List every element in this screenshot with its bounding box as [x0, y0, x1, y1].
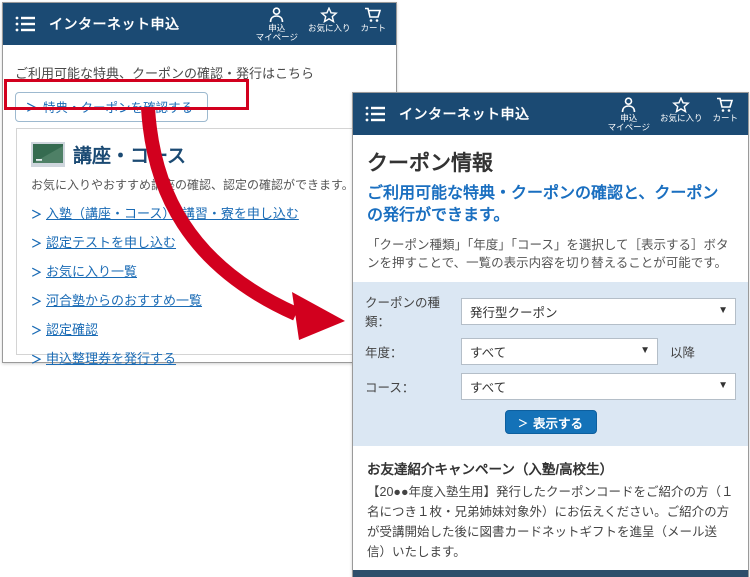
hamburger-menu-icon[interactable]	[365, 105, 387, 123]
list-item: ＞ 入塾（講座・コース）・講習・寮を申し込む	[31, 203, 373, 223]
cart-icon	[365, 7, 382, 22]
chevron-down-icon: ▼	[718, 304, 728, 316]
chevron-icon: ＞	[31, 325, 42, 337]
list-item: ＞ 認定テストを申し込む	[31, 232, 373, 252]
link-apply-admission[interactable]: 入塾（講座・コース）・講習・寮を申し込む	[46, 206, 299, 221]
show-button[interactable]: ＞ 表示する	[504, 410, 597, 435]
page-subtitle: ご利用可能な特典・クーポンの確認と、クーポンの発行ができます。	[367, 185, 719, 225]
course-section: 講座・コース お気に入りやおすすめ講座の確認、認定の確認ができます。 ＞ 入塾（講…	[16, 128, 388, 366]
chevron-icon: ＞	[517, 418, 528, 430]
year-suffix-text: 以降	[670, 346, 696, 361]
check-coupon-button-label: 特典・クーポンを確認する	[43, 101, 194, 115]
star-icon	[320, 7, 339, 23]
coupon-notice-text: ご利用可能な特典、クーポンの確認・発行はこちら	[15, 66, 315, 81]
mypage-nav-item[interactable]: 申込 マイページ	[608, 97, 650, 131]
show-button-label: 表示する	[532, 416, 583, 431]
window-internet-application: インターネット申込 申込 マイページ お気に入り カート ご利用可能な特典、クー…	[2, 2, 397, 366]
app-title: インターネット申込	[399, 106, 530, 122]
campaign-title: お友達紹介キャンペーン（入塾/高校生）	[367, 462, 614, 478]
coupon-type-select[interactable]: 発行型クーポン ▼	[461, 297, 736, 325]
coupon-filter-panel: クーポンの種類： 発行型クーポン ▼ 年度： すべて ▼ 以降 コース： すべて…	[353, 282, 748, 447]
mypage-nav-item[interactable]: 申込 マイページ	[256, 7, 298, 41]
year-select[interactable]: すべて ▼	[461, 338, 658, 366]
list-item: ＞ 河合塾からのおすすめ一覧	[31, 290, 373, 310]
campaign-body: 【20●●年度入塾生用】発行したクーポンコードをご紹介の方（１名につき１枚・兄弟…	[367, 485, 734, 560]
user-icon	[269, 7, 284, 23]
hamburger-menu-icon[interactable]	[15, 15, 37, 33]
list-item: ＞ 申込整理券を発行する	[31, 348, 373, 368]
course-label: コース：	[365, 381, 415, 396]
app-title: インターネット申込	[49, 16, 180, 32]
chevron-down-icon: ▼	[718, 380, 728, 392]
link-certification[interactable]: 認定確認	[46, 322, 98, 337]
page-description: 「クーポン種類」「年度」「コース」を選択して［表示する］ボタンを押すことで、一覧…	[367, 237, 729, 270]
window-coupon-info: インターネット申込 申込 マイページ お気に入り カート クーポン情報 ご利用可…	[352, 92, 749, 577]
header-nav: 申込 マイページ お気に入り カート	[256, 7, 386, 41]
chevron-icon: ＞	[26, 101, 37, 114]
check-coupon-button[interactable]: ＞ 特典・クーポンを確認する	[15, 92, 209, 122]
favorites-nav-item[interactable]: お気に入り	[660, 97, 702, 123]
cart-icon	[717, 97, 734, 112]
chevron-icon: ＞	[31, 296, 42, 308]
link-favorites-list[interactable]: お気に入り一覧	[46, 264, 137, 279]
course-section-desc: お気に入りやおすすめ講座の確認、認定の確認ができます。	[31, 178, 354, 192]
chevron-icon: ＞	[31, 209, 42, 221]
year-label: 年度：	[365, 346, 403, 361]
course-section-title: 講座・コース	[73, 146, 187, 167]
chalkboard-icon	[31, 142, 65, 167]
chevron-icon: ＞	[31, 238, 42, 250]
cart-nav-item[interactable]: カート	[712, 97, 738, 123]
coupon-type-label: クーポンの種類：	[365, 296, 441, 330]
list-item: ＞ 認定確認	[31, 319, 373, 339]
screenshot-stage: インターネット申込 申込 マイページ お気に入り カート ご利用可能な特典、クー…	[0, 0, 750, 577]
user-icon	[621, 97, 636, 113]
chevron-icon: ＞	[31, 267, 42, 279]
page-title: クーポン情報	[367, 152, 493, 175]
cart-nav-item[interactable]: カート	[360, 7, 386, 33]
link-apply-test[interactable]: 認定テストを申し込む	[46, 235, 176, 250]
course-link-list: ＞ 入塾（講座・コース）・講習・寮を申し込む ＞ 認定テストを申し込む ＞ お気に入り…	[31, 203, 373, 368]
header-nav: 申込 マイページ お気に入り カート	[608, 97, 738, 131]
favorites-nav-item[interactable]: お気に入り	[308, 7, 350, 33]
link-recommend-list[interactable]: 河合塾からのおすすめ一覧	[46, 293, 202, 308]
chevron-down-icon: ▼	[640, 345, 650, 357]
app-header: インターネット申込 申込 マイページ お気に入り カート	[353, 93, 748, 135]
star-icon	[672, 97, 691, 113]
app-header: インターネット申込 申込 マイページ お気に入り カート	[3, 3, 396, 45]
course-select[interactable]: すべて ▼	[461, 373, 736, 401]
list-item: ＞ お気に入り一覧	[31, 261, 373, 281]
chevron-icon: ＞	[31, 354, 42, 366]
campaign-section: お友達紹介キャンペーン（入塾/高校生） 【20●●年度入塾生用】発行したクーポン…	[353, 446, 748, 577]
footer-bar	[353, 570, 748, 577]
link-issue-ticket[interactable]: 申込整理券を発行する	[46, 351, 176, 366]
